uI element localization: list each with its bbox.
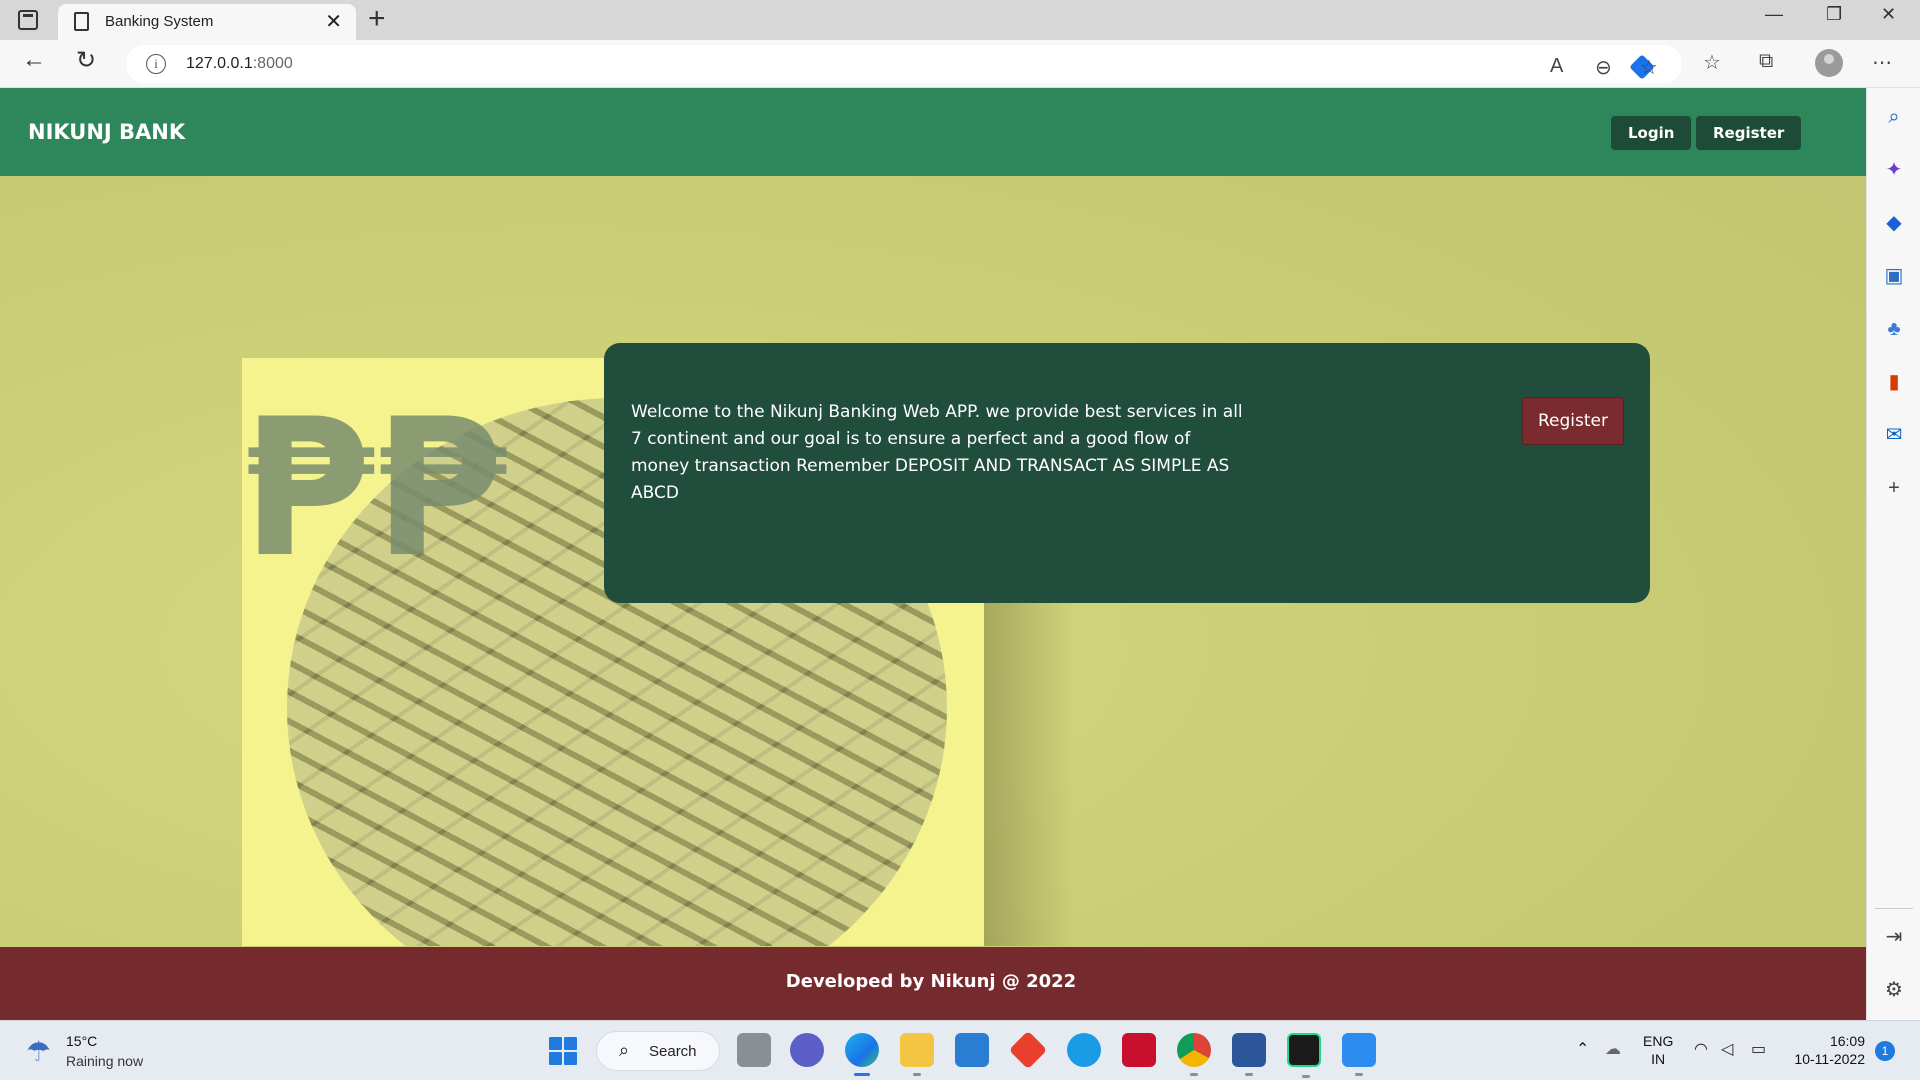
show-hidden-icons-icon[interactable]: ⌃ <box>1576 1039 1589 1059</box>
image-shadow <box>984 568 1074 946</box>
close-tab-icon[interactable]: ✕ <box>325 9 342 34</box>
site-info-icon[interactable]: i <box>146 54 166 74</box>
register-button[interactable]: Register <box>1522 397 1624 445</box>
restore-icon[interactable]: ❐ <box>1826 4 1842 25</box>
read-aloud-icon[interactable]: A <box>1550 55 1563 78</box>
word-icon[interactable] <box>1232 1033 1266 1076</box>
chrome-icon[interactable] <box>1177 1033 1211 1076</box>
page-icon <box>74 12 89 31</box>
clock[interactable]: 16:09 10-11-2022 <box>1793 1032 1865 1068</box>
file-explorer-icon[interactable] <box>900 1033 934 1076</box>
minimize-icon[interactable]: — <box>1765 4 1783 25</box>
tab-title: Banking System <box>105 13 214 30</box>
address-bar[interactable]: i 127.0.0.1:8000 A ⊖ ☆ <box>126 45 1682 83</box>
hide-sidebar-icon[interactable]: ⇥ <box>1881 924 1907 950</box>
sidebar-divider <box>1875 908 1913 909</box>
outlook-icon[interactable]: ✉ <box>1881 422 1907 448</box>
add-sidebar-app-icon[interactable]: + <box>1881 475 1907 501</box>
brand-logo[interactable]: NIKUNJ BANK <box>28 120 185 144</box>
currency-symbol-graphic: ₱₱ <box>242 378 507 599</box>
web-page: NIKUNJ BANK Login Register ₱₱ Welcome to… <box>0 88 1866 1020</box>
tools-icon[interactable]: ▣ <box>1881 263 1907 289</box>
search-icon: ⌕ <box>619 1040 630 1060</box>
favorites-icon[interactable]: ☆ <box>1703 50 1721 75</box>
search-label: Search <box>649 1043 697 1060</box>
welcome-message: Welcome to the Nikunj Banking Web APP. w… <box>631 402 1243 503</box>
language-code: ENG <box>1643 1033 1674 1049</box>
language-indicator[interactable]: ENG IN <box>1643 1032 1673 1068</box>
onedrive-icon[interactable]: ☁ <box>1605 1039 1621 1059</box>
weather-rain-icon[interactable]: ☂ <box>26 1035 51 1068</box>
welcome-card: Welcome to the Nikunj Banking Web APP. w… <box>604 343 1650 603</box>
weather-description[interactable]: Raining now <box>66 1053 143 1069</box>
new-tab-icon[interactable]: + <box>368 2 386 36</box>
weather-temperature[interactable]: 15°C <box>66 1033 97 1049</box>
photos-icon[interactable] <box>1342 1033 1376 1076</box>
browser-tab[interactable]: Banking System ✕ <box>58 4 356 40</box>
add-favorite-icon[interactable]: ☆ <box>1640 55 1658 80</box>
region-code: IN <box>1651 1051 1666 1067</box>
refresh-icon[interactable]: ↻ <box>76 46 96 75</box>
edge-sidebar: ⌕ ✦ ◆ ▣ ♣ ▮ ✉ + ⇥ ⚙ <box>1866 88 1920 1020</box>
mcafee-icon[interactable] <box>1122 1033 1156 1067</box>
help-icon[interactable] <box>1067 1033 1101 1067</box>
taskbar-search[interactable]: ⌕ Search <box>596 1031 720 1071</box>
pycharm-icon[interactable] <box>1287 1033 1321 1078</box>
register-nav-button[interactable]: Register <box>1696 116 1802 150</box>
edge-browser-icon[interactable] <box>845 1033 879 1076</box>
tab-actions-icon[interactable] <box>18 10 38 30</box>
microsoft-store-icon[interactable] <box>955 1033 989 1067</box>
back-icon[interactable]: ← <box>22 46 46 74</box>
task-view-icon[interactable] <box>737 1033 771 1067</box>
footer-text: Developed by Nikunj @ 2022 <box>785 971 1077 992</box>
site-navbar: NIKUNJ BANK Login Register <box>0 88 1866 176</box>
anydesk-icon[interactable] <box>1008 1030 1048 1070</box>
office-icon[interactable]: ▮ <box>1881 369 1907 395</box>
copilot-icon[interactable]: ✦ <box>1881 157 1907 183</box>
profile-avatar[interactable] <box>1815 49 1843 77</box>
url-host: 127.0.0.1 <box>186 55 253 72</box>
url-port: :8000 <box>252 55 293 72</box>
site-footer: Developed by Nikunj @ 2022 <box>0 947 1866 1020</box>
start-icon[interactable] <box>549 1037 577 1065</box>
collections-icon[interactable]: ⧉ <box>1759 50 1773 73</box>
url-text[interactable]: 127.0.0.1:8000 <box>186 55 293 73</box>
search-icon[interactable]: ⌕ <box>1881 104 1907 130</box>
close-window-icon[interactable]: ✕ <box>1881 4 1896 25</box>
clock-date: 10-11-2022 <box>1794 1051 1865 1067</box>
battery-icon[interactable]: ▭ <box>1751 1039 1766 1059</box>
shopping-icon[interactable]: ◆ <box>1881 210 1907 236</box>
wifi-icon[interactable]: ◠ <box>1694 1039 1708 1059</box>
volume-icon[interactable]: ◁ <box>1721 1039 1733 1059</box>
address-toolbar: ← ↻ i 127.0.0.1:8000 A ⊖ ☆ ☆ ⧉ ⋯ <box>0 40 1920 88</box>
notification-badge[interactable]: 1 <box>1875 1041 1895 1061</box>
clock-time: 16:09 <box>1829 1033 1865 1049</box>
browser-tab-bar: Banking System ✕ + — ❐ ✕ <box>0 0 1920 40</box>
teams-chat-icon[interactable] <box>790 1033 824 1067</box>
more-menu-icon[interactable]: ⋯ <box>1872 50 1892 75</box>
zoom-out-icon[interactable]: ⊖ <box>1595 55 1612 80</box>
sidebar-settings-icon[interactable]: ⚙ <box>1881 977 1907 1003</box>
login-button[interactable]: Login <box>1611 116 1692 150</box>
games-icon[interactable]: ♣ <box>1881 316 1907 342</box>
windows-taskbar: ☂ 15°C Raining now ⌕ Search ⌃ ☁ ENG IN ◠… <box>0 1020 1920 1080</box>
